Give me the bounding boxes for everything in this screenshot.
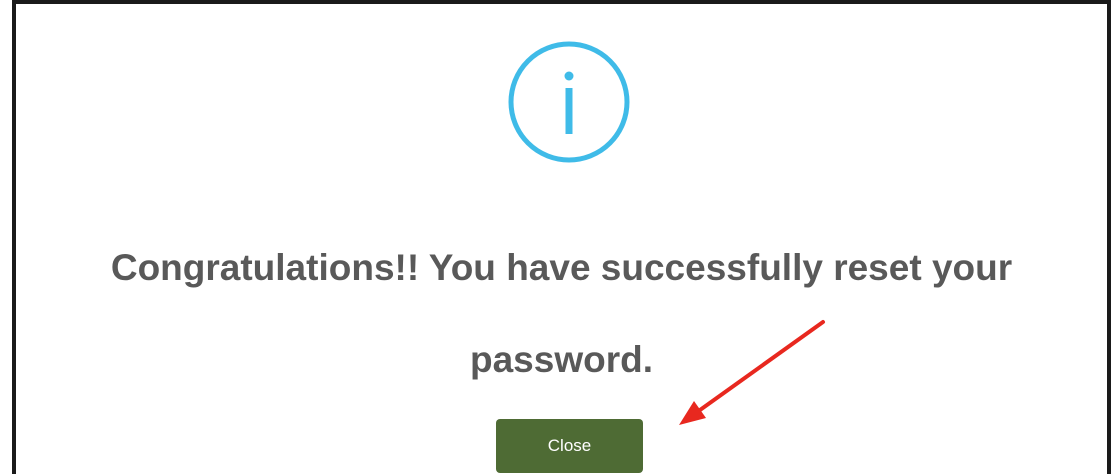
close-button[interactable]: Close: [496, 419, 643, 473]
success-message-line2: password.: [470, 339, 653, 380]
screenshot-frame: Congratulations!! You have successfully …: [0, 0, 1111, 474]
success-message: Congratulations!! You have successfully …: [16, 222, 1107, 406]
success-dialog: Congratulations!! You have successfully …: [16, 4, 1107, 474]
info-icon: [508, 41, 630, 163]
success-message-line1: Congratulations!! You have successfully …: [110, 247, 1013, 288]
frame-border-right: [1107, 0, 1111, 474]
